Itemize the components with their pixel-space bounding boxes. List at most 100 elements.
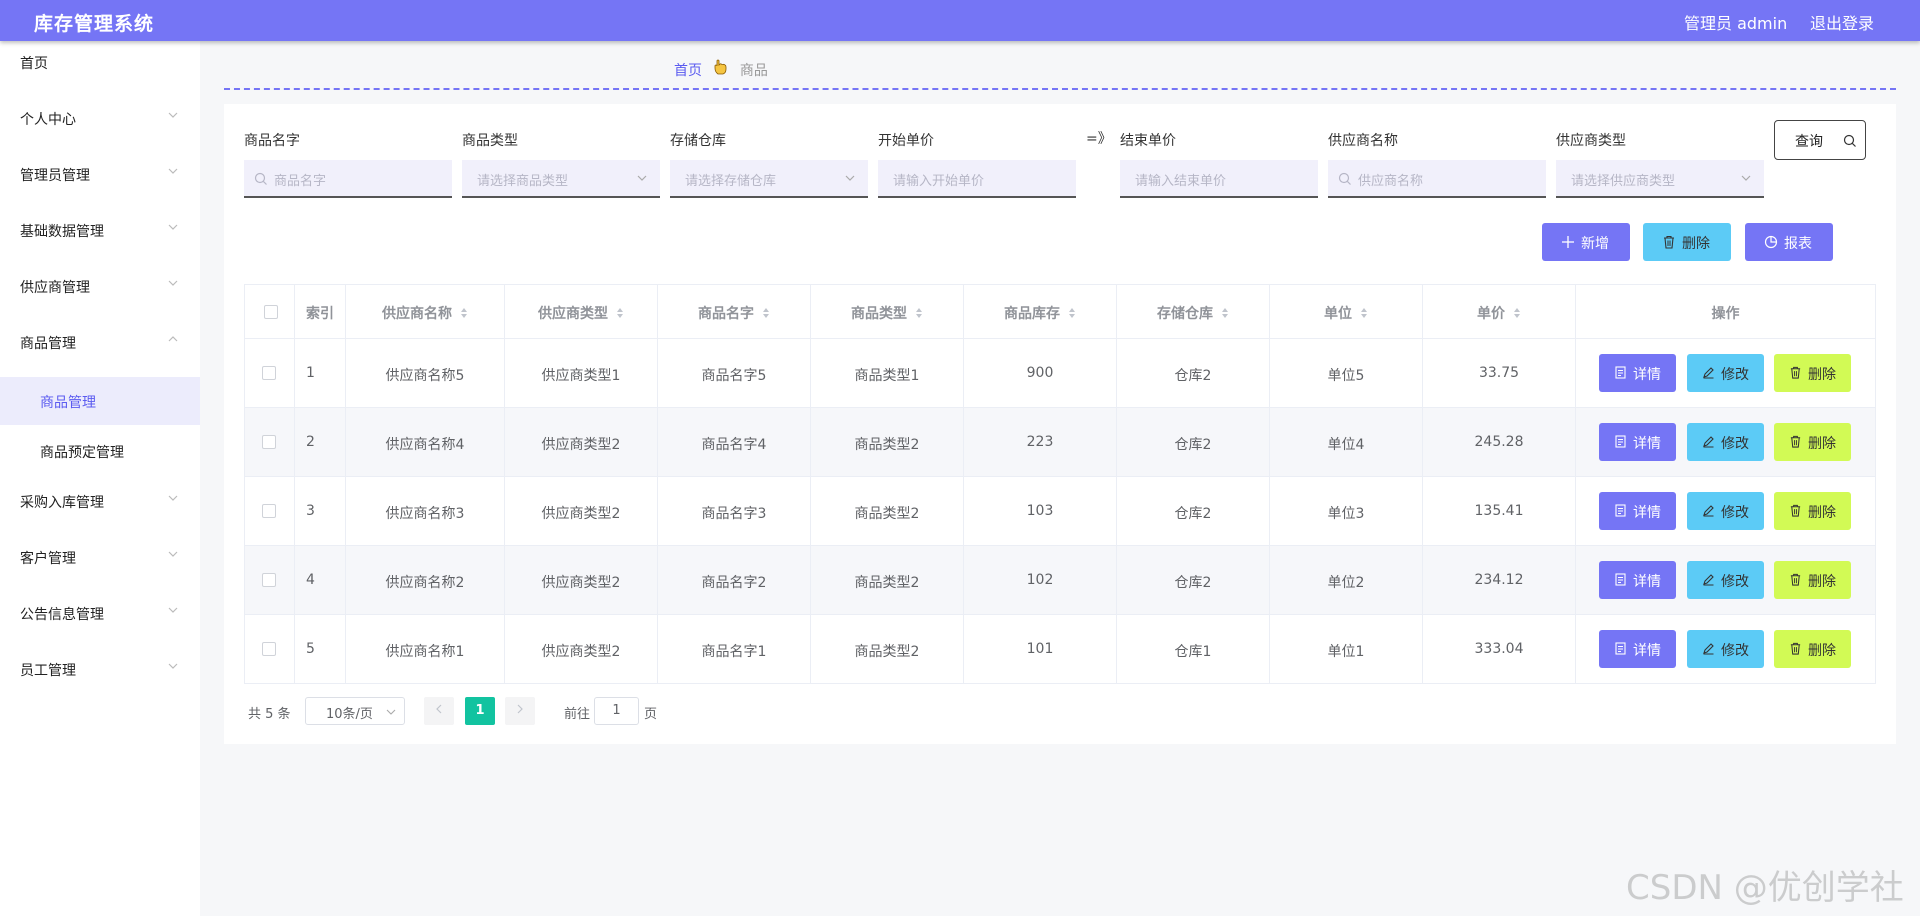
query-button[interactable]: 查询 [1774, 120, 1866, 160]
edit-button[interactable]: 修改 [1687, 423, 1764, 461]
warehouse-select[interactable]: 请选择存储仓库 [670, 160, 868, 198]
sidebar-item-home[interactable]: 首页 [0, 41, 200, 85]
sort-icon[interactable] [762, 307, 770, 319]
batch-delete-button[interactable]: 删除 [1643, 223, 1731, 261]
sidebar-item-profile[interactable]: 个人中心 [0, 97, 200, 141]
start-price-input[interactable]: 请输入开始单价 [878, 160, 1076, 198]
delete-button-label: 删除 [1808, 436, 1836, 452]
page-size-select[interactable]: 10条/页 [305, 697, 405, 725]
sidebar-item-staff[interactable]: 员工管理 [0, 648, 200, 692]
header-stock[interactable]: 商品库存 [964, 303, 1116, 323]
header-unit[interactable]: 单位 [1270, 303, 1422, 323]
detail-button[interactable]: 详情 [1599, 354, 1676, 392]
sort-icon[interactable] [915, 307, 923, 319]
sort-icon[interactable] [1068, 307, 1076, 319]
page-size-value: 10条/页 [326, 707, 373, 722]
header-supplier-name[interactable]: 供应商名称 [346, 303, 504, 323]
cell-goods-name: 商品名字5 [701, 368, 767, 384]
row-checkbox[interactable] [262, 642, 276, 656]
detail-button[interactable]: 详情 [1599, 561, 1676, 599]
logout-link[interactable]: 退出登录 [1810, 10, 1874, 34]
cell-stock: 102 [1026, 572, 1054, 588]
sidebar-item-customer[interactable]: 客户管理 [0, 536, 200, 580]
plus-icon [1562, 236, 1574, 248]
header-label: 供应商名称 [382, 306, 452, 322]
sidebar-item-supplier[interactable]: 供应商管理 [0, 265, 200, 309]
search-icon [1843, 134, 1856, 147]
cell-index: 4 [306, 572, 315, 588]
page-number-button[interactable]: 1 [465, 697, 495, 725]
edit-button[interactable]: 修改 [1687, 354, 1764, 392]
edit-button[interactable]: 修改 [1687, 492, 1764, 530]
pencil-icon [1703, 643, 1714, 655]
sidebar-item-basic-data[interactable]: 基础数据管理 [0, 209, 200, 253]
cell-price: 234.12 [1474, 572, 1524, 588]
chevron-up-icon [168, 336, 178, 342]
header-warehouse[interactable]: 存储仓库 [1117, 303, 1269, 323]
sort-icon[interactable] [1221, 307, 1229, 319]
supplier-type-select[interactable]: 请选择供应商类型 [1556, 160, 1764, 198]
sort-icon[interactable] [1513, 307, 1521, 319]
sidebar-item-purchase[interactable]: 采购入库管理 [0, 480, 200, 524]
delete-button[interactable]: 删除 [1774, 354, 1851, 392]
cell-index: 3 [306, 503, 315, 519]
select-all-checkbox[interactable] [264, 305, 278, 319]
goods-type-select[interactable]: 请选择商品类型 [462, 160, 660, 198]
sort-icon[interactable] [616, 307, 624, 319]
header-index: 索引 [306, 306, 334, 322]
cell-goods-name: 商品名字2 [701, 575, 767, 591]
sidebar-item-label: 采购入库管理 [20, 495, 104, 511]
cell-goods-name: 商品名字4 [701, 437, 767, 453]
document-icon [1615, 573, 1626, 586]
batch-delete-button-label: 删除 [1682, 236, 1710, 252]
goods-name-input[interactable]: 商品名字 [244, 160, 452, 198]
header-goods-type[interactable]: 商品类型 [811, 303, 963, 323]
edit-button[interactable]: 修改 [1687, 630, 1764, 668]
prev-page-button[interactable] [424, 697, 454, 725]
delete-button[interactable]: 删除 [1774, 561, 1851, 599]
row-checkbox[interactable] [262, 573, 276, 587]
sidebar-subitem-goods[interactable]: 商品管理 [0, 377, 200, 425]
header-price[interactable]: 单价 [1423, 303, 1575, 323]
detail-button[interactable]: 详情 [1599, 630, 1676, 668]
warehouse-label: 存储仓库 [670, 133, 726, 149]
row-checkbox[interactable] [262, 366, 276, 380]
sort-icon[interactable] [460, 307, 468, 319]
end-price-input[interactable]: 请输入结束单价 [1120, 160, 1318, 198]
detail-button[interactable]: 详情 [1599, 492, 1676, 530]
cell-unit: 单位2 [1327, 575, 1365, 591]
search-icon [254, 172, 267, 185]
detail-button[interactable]: 详情 [1599, 423, 1676, 461]
delete-button[interactable]: 删除 [1774, 630, 1851, 668]
cell-unit: 单位1 [1327, 644, 1365, 660]
cell-supplier-type: 供应商类型2 [541, 437, 621, 453]
pencil-icon [1703, 367, 1714, 379]
delete-button[interactable]: 删除 [1774, 492, 1851, 530]
document-icon [1615, 435, 1626, 448]
row-checkbox[interactable] [262, 504, 276, 518]
cell-unit: 单位3 [1327, 506, 1365, 522]
sidebar-subitem-goods-reserve[interactable]: 商品预定管理 [0, 427, 200, 475]
edit-button[interactable]: 修改 [1687, 561, 1764, 599]
cell-supplier-name: 供应商名称3 [385, 506, 465, 522]
query-button-label: 查询 [1795, 134, 1823, 150]
add-button[interactable]: 新增 [1542, 223, 1630, 261]
report-button[interactable]: 报表 [1745, 223, 1833, 261]
row-checkbox[interactable] [262, 435, 276, 449]
delete-button[interactable]: 删除 [1774, 423, 1851, 461]
goto-page-input[interactable]: 1 [594, 697, 639, 725]
warehouse-placeholder: 请选择存储仓库 [685, 174, 777, 189]
app-title: 库存管理系统 [34, 13, 155, 35]
header-goods-name[interactable]: 商品名字 [658, 303, 810, 323]
sort-icon[interactable] [1360, 307, 1368, 319]
sidebar-item-admin[interactable]: 管理员管理 [0, 153, 200, 197]
sidebar-item-notice[interactable]: 公告信息管理 [0, 592, 200, 636]
header-supplier-type[interactable]: 供应商类型 [505, 303, 657, 323]
cell-supplier-type: 供应商类型2 [541, 575, 621, 591]
next-page-button[interactable] [505, 697, 535, 725]
supplier-name-input[interactable]: 供应商名称 [1328, 160, 1546, 198]
sidebar-item-goods[interactable]: 商品管理 [0, 321, 200, 365]
breadcrumb-home[interactable]: 首页 [674, 63, 702, 79]
trash-icon [1790, 573, 1801, 586]
cell-supplier-name: 供应商名称5 [385, 368, 465, 384]
